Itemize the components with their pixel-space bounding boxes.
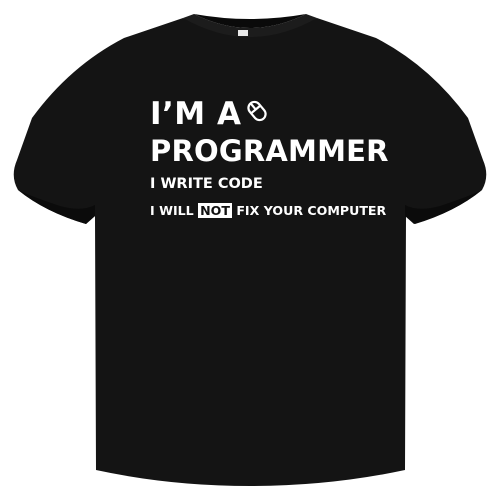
print-line-4: I WILL NOT FIX YOUR COMPUTER (150, 202, 410, 220)
product-image: I’M A PROGRAMMER I WRITE CODE I WILL NOT… (0, 0, 500, 500)
print-line-1: I’M A (150, 96, 410, 132)
print-line-3: I WRITE CODE (150, 176, 263, 192)
tshirt-graphic (13, 14, 487, 486)
size-tag (238, 30, 248, 36)
print-line-4-highlight: NOT (198, 203, 232, 218)
print-line-4-before: I WILL (150, 203, 194, 218)
print-line-4-after: FIX YOUR COMPUTER (236, 203, 387, 218)
print-line-1-text: I’M A (150, 96, 242, 132)
tshirt-body (13, 18, 487, 486)
shirt-print: I’M A PROGRAMMER I WRITE CODE I WILL NOT… (150, 96, 410, 220)
print-line-2: PROGRAMMER (150, 134, 389, 168)
computer-mouse-icon (243, 97, 271, 125)
